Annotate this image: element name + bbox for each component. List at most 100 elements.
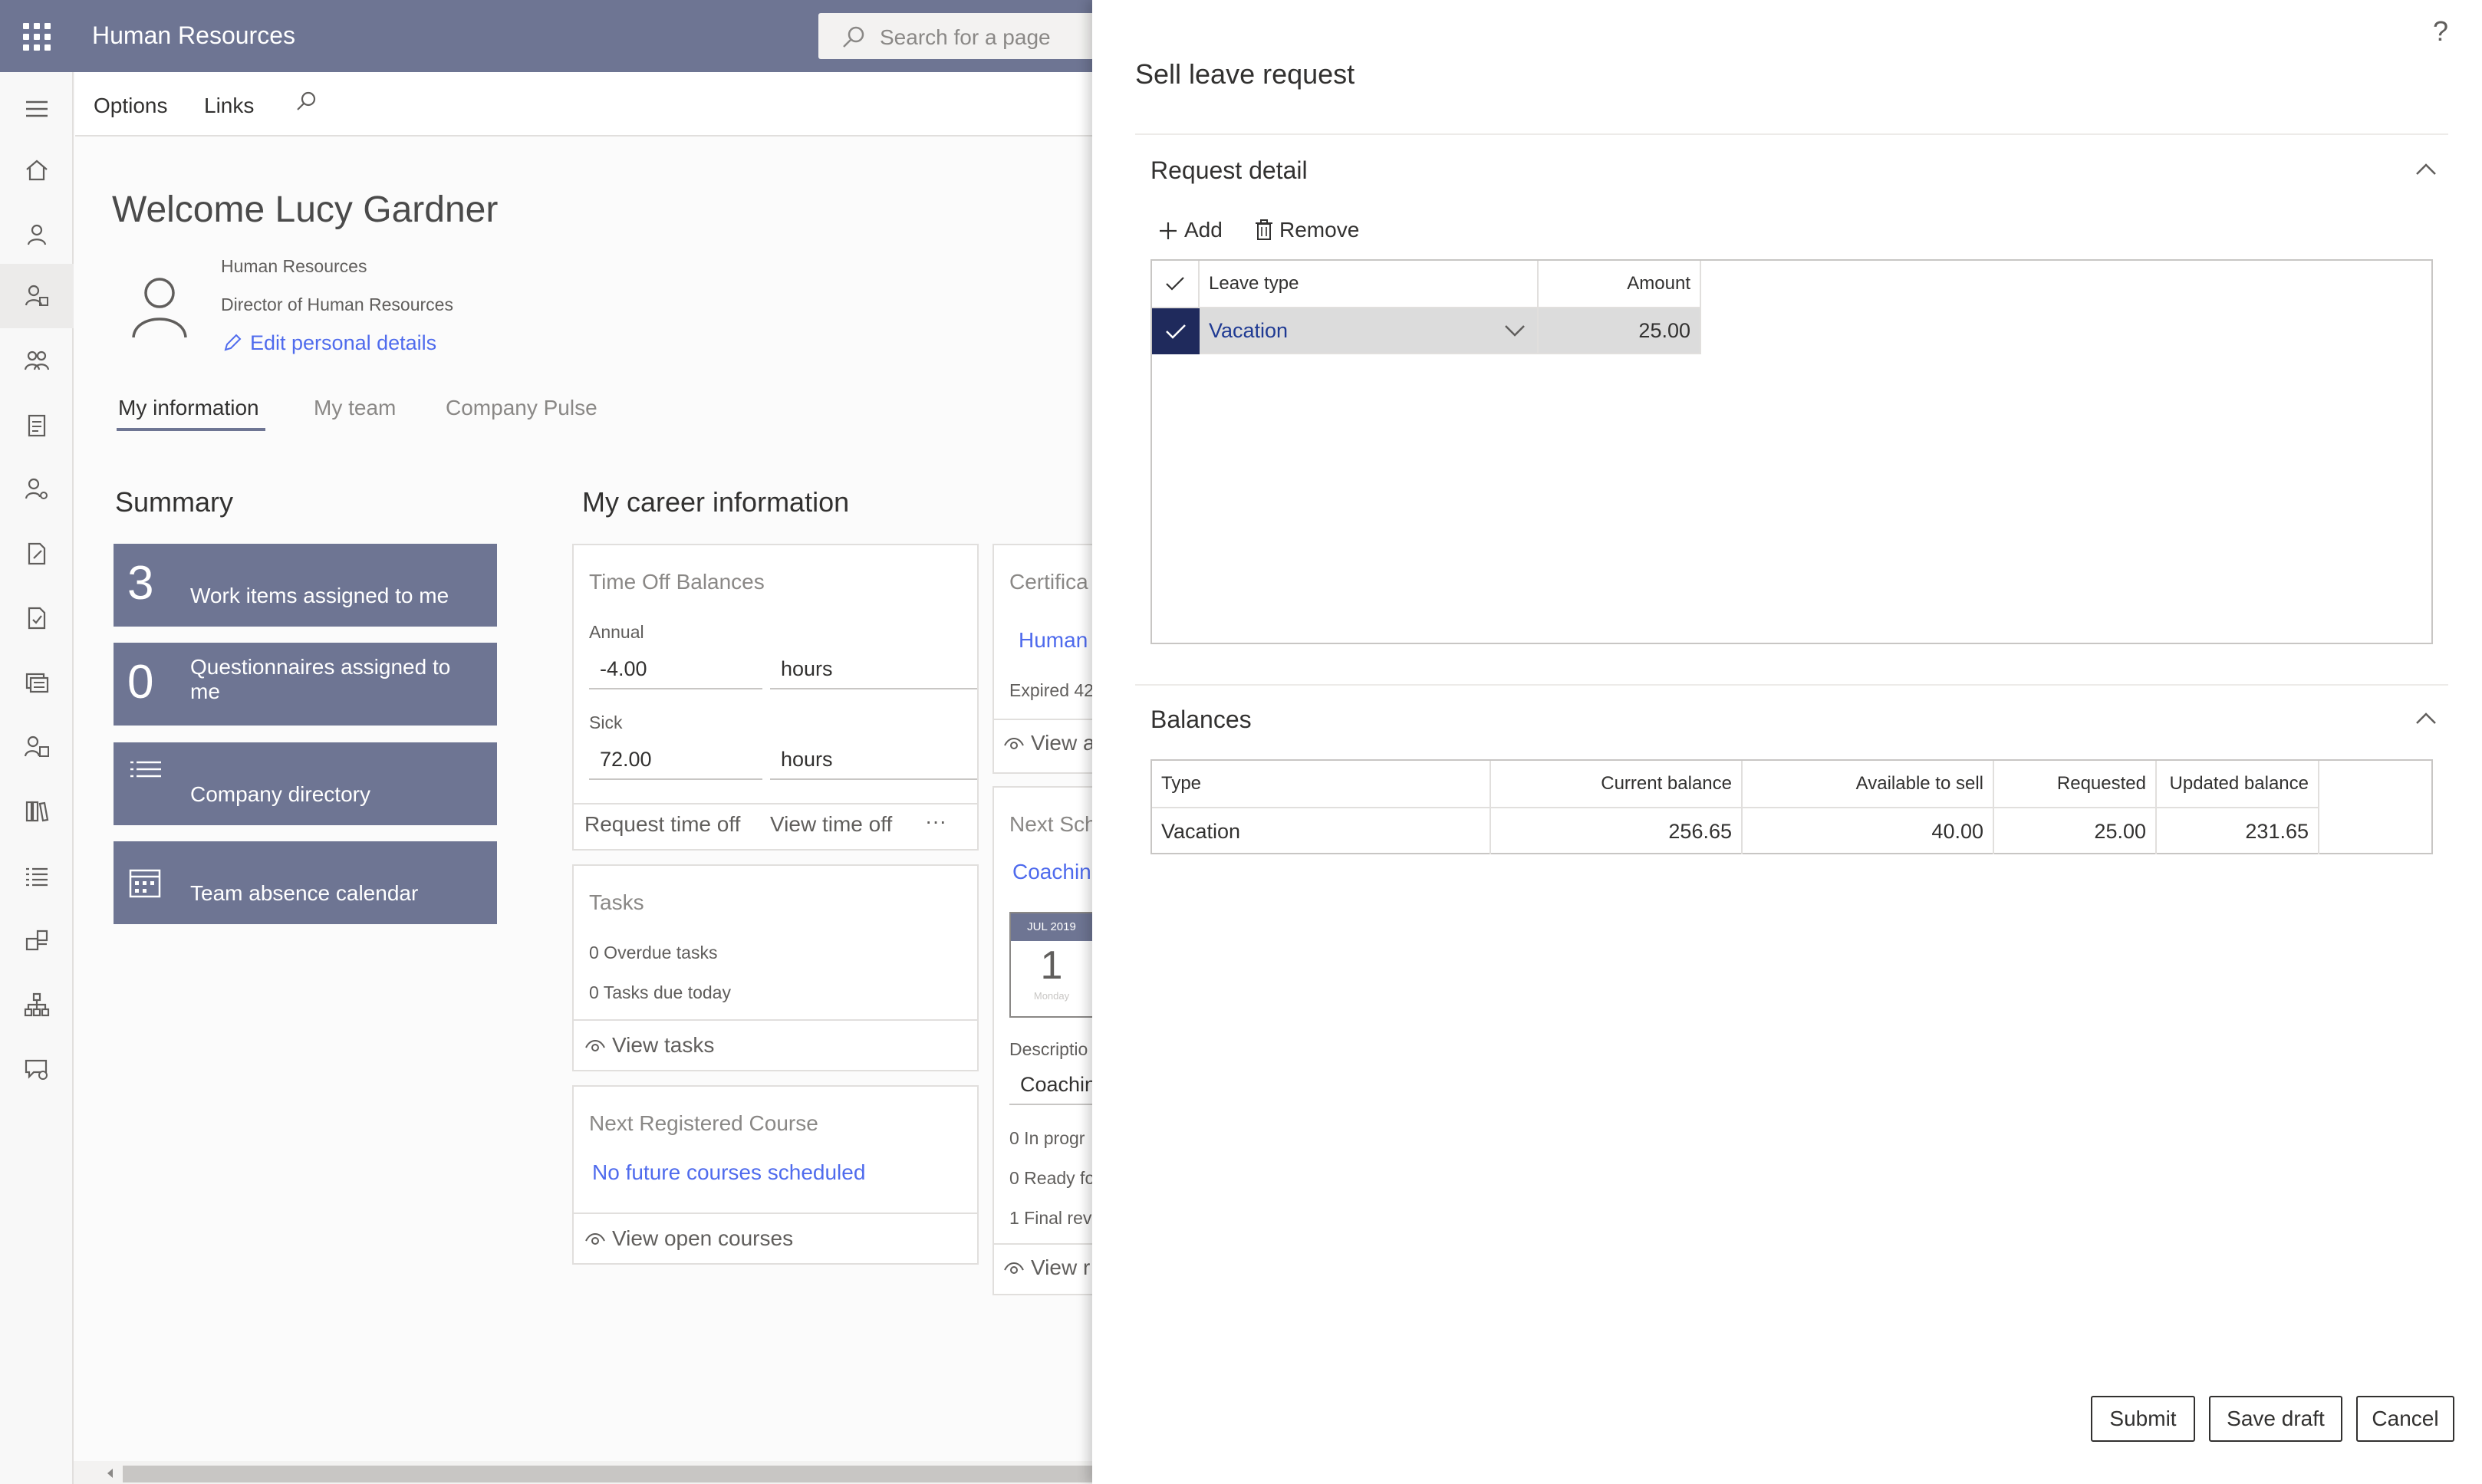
card-divider xyxy=(574,1213,977,1214)
card-divider xyxy=(994,1243,1092,1245)
help-icon[interactable]: ? xyxy=(2433,15,2448,48)
recruiting-icon[interactable] xyxy=(23,733,51,761)
view-tasks-link[interactable]: View tasks xyxy=(584,1033,714,1058)
profile-department: Human Resources xyxy=(221,256,367,276)
page-search-box[interactable]: Search for a page xyxy=(818,13,1092,59)
title-divider xyxy=(1135,133,2448,135)
calendar-month: JUL 2019 xyxy=(1011,913,1092,941)
submit-button[interactable]: Submit xyxy=(2091,1396,2195,1442)
coaching-link[interactable]: Coachin xyxy=(1012,860,1091,884)
team-icon[interactable] xyxy=(23,347,51,374)
side-navigation xyxy=(0,72,74,1484)
home-icon[interactable] xyxy=(23,156,51,184)
save-draft-button[interactable]: Save draft xyxy=(2209,1396,2342,1442)
tab-my-information[interactable]: My information xyxy=(118,396,259,420)
user-avatar-icon xyxy=(132,278,187,338)
edit-personal-details-label: Edit personal details xyxy=(250,331,437,354)
final-review-count: 1 Final rev xyxy=(1009,1208,1092,1228)
balance-type-cell: Vacation xyxy=(1152,808,1491,854)
options-tab[interactable]: Options xyxy=(94,94,168,118)
view-schedule-link[interactable]: View r xyxy=(1003,1255,1090,1280)
links-tab[interactable]: Links xyxy=(204,94,254,118)
column-header-updated-balance[interactable]: Updated balance xyxy=(2157,761,2319,808)
section-divider xyxy=(1135,684,2448,686)
card-divider xyxy=(574,1019,977,1021)
library-icon[interactable] xyxy=(23,798,51,825)
career-heading: My career information xyxy=(582,486,850,518)
team-absence-label: Team absence calendar xyxy=(190,881,419,905)
column-header-leave-type[interactable]: Leave type xyxy=(1200,261,1539,308)
scrollbar-thumb[interactable] xyxy=(123,1466,1092,1482)
chevron-up-icon[interactable] xyxy=(2415,712,2438,726)
view-open-courses-link[interactable]: View open courses xyxy=(584,1226,793,1251)
modules-icon[interactable] xyxy=(23,926,51,954)
chevron-up-icon[interactable] xyxy=(2415,163,2438,176)
remove-button[interactable]: Remove xyxy=(1255,218,1359,242)
work-items-count: 3 xyxy=(127,557,154,610)
clipboard-icon[interactable] xyxy=(23,411,51,439)
in-progress-count: 0 In progr xyxy=(1009,1128,1085,1148)
certification-link[interactable]: Human xyxy=(1019,628,1088,653)
request-detail-heading[interactable]: Request detail xyxy=(1150,156,1308,185)
next-scheduled-title: Next Sch xyxy=(1009,812,1092,836)
tab-company-pulse[interactable]: Company Pulse xyxy=(446,396,597,420)
cancel-button[interactable]: Cancel xyxy=(2356,1396,2454,1442)
horizontal-scrollbar[interactable] xyxy=(74,1461,1092,1484)
remove-label: Remove xyxy=(1279,218,1360,242)
company-directory-tile[interactable]: Company directory xyxy=(114,742,497,825)
action-search-icon[interactable] xyxy=(293,89,319,115)
check-icon xyxy=(1166,277,1184,291)
team-absence-tile[interactable]: Team absence calendar xyxy=(114,841,497,924)
more-options-icon[interactable]: ··· xyxy=(925,809,946,834)
column-header-requested[interactable]: Requested xyxy=(1994,761,2157,808)
eye-icon xyxy=(585,1040,605,1051)
tab-my-team[interactable]: My team xyxy=(314,396,396,420)
hamburger-menu-icon[interactable] xyxy=(23,95,51,123)
person-settings-icon[interactable] xyxy=(23,475,51,503)
column-header-amount[interactable]: Amount xyxy=(1539,261,1701,308)
row-selected-checkbox[interactable] xyxy=(1152,308,1200,354)
calendar-day: 1 xyxy=(1040,943,1063,988)
work-items-tile[interactable]: 3 Work items assigned to me xyxy=(114,544,497,627)
action-bar: Options Links xyxy=(75,72,1092,137)
available-to-sell-cell: 40.00 xyxy=(1743,808,1994,854)
edit-personal-details-link[interactable]: Edit personal details xyxy=(222,331,436,355)
favorites-icon[interactable] xyxy=(23,221,51,248)
column-header-type[interactable]: Type xyxy=(1152,761,1491,808)
company-directory-label: Company directory xyxy=(190,782,370,806)
certification-title: Certifica xyxy=(1009,570,1088,594)
sick-label: Sick xyxy=(589,712,623,732)
app-launcher-icon[interactable] xyxy=(23,23,51,51)
time-off-title: Time Off Balances xyxy=(589,570,765,594)
description-label: Descriptio xyxy=(1009,1039,1088,1059)
view-time-off-link[interactable]: View time off xyxy=(770,812,892,837)
leave-type-select[interactable]: Vacation xyxy=(1200,308,1539,354)
current-balance-cell: 256.65 xyxy=(1491,808,1743,854)
sick-unit: hours xyxy=(770,742,977,780)
balances-heading[interactable]: Balances xyxy=(1150,706,1252,734)
leave-request-grid: Leave type Amount Vacation 25.00 xyxy=(1150,259,2433,644)
card-divider xyxy=(574,803,977,805)
column-header-current-balance[interactable]: Current balance xyxy=(1491,761,1743,808)
view-certifications-link[interactable]: View a xyxy=(1003,731,1092,755)
no-future-courses-link[interactable]: No future courses scheduled xyxy=(592,1160,865,1185)
document-edit-icon[interactable] xyxy=(23,540,51,568)
chat-shield-icon[interactable] xyxy=(23,1055,51,1083)
reports-icon[interactable] xyxy=(23,669,51,696)
column-header-available-to-sell[interactable]: Available to sell xyxy=(1743,761,1994,808)
document-check-icon[interactable] xyxy=(23,604,51,632)
list-view-icon[interactable] xyxy=(23,862,51,890)
profile-job-title: Director of Human Resources xyxy=(221,294,453,314)
add-button[interactable]: Add xyxy=(1158,218,1223,242)
employee-self-service-icon[interactable] xyxy=(0,264,74,328)
chevron-down-icon[interactable] xyxy=(1503,324,1526,337)
scroll-left-icon[interactable] xyxy=(104,1467,115,1479)
summary-heading: Summary xyxy=(115,486,234,518)
questionnaires-tile[interactable]: 0 Questionnaires assigned to me xyxy=(114,643,497,726)
description-value: Coachin xyxy=(1009,1067,1092,1105)
amount-input[interactable]: 25.00 xyxy=(1539,308,1701,354)
select-all-checkbox[interactable] xyxy=(1152,261,1200,308)
balances-table: Type Current balance Available to sell R… xyxy=(1150,759,2433,854)
request-time-off-link[interactable]: Request time off xyxy=(584,812,740,837)
org-chart-icon[interactable] xyxy=(23,991,51,1018)
